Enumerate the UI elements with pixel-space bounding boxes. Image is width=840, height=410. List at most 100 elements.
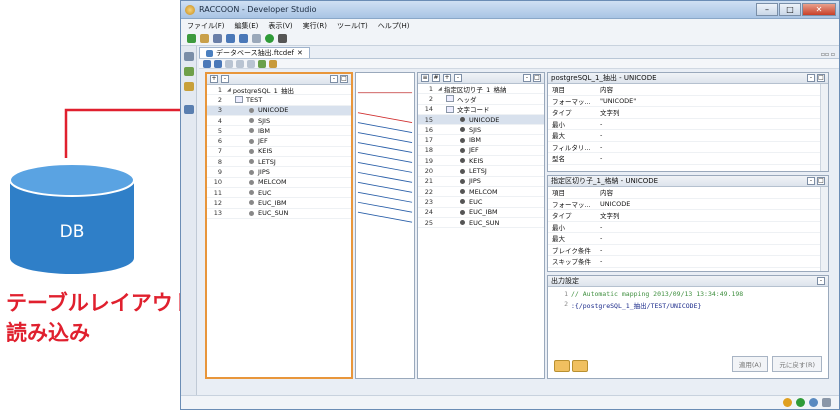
view-icon-4[interactable]: [183, 105, 194, 114]
property-row[interactable]: 最大 -: [548, 233, 828, 245]
delete-map-icon[interactable]: [225, 59, 233, 68]
map-icon[interactable]: [214, 59, 222, 68]
menu-help[interactable]: ヘルプ(H): [378, 21, 410, 31]
right_tree-tree-row[interactable]: 1 ◢ 指定区切り子_1_格納: [418, 84, 544, 95]
left_panel-tree-row[interactable]: 9 JIPS: [207, 167, 351, 178]
left_panel-tree-row[interactable]: 11 EUC: [207, 188, 351, 199]
left_panel-tree-row[interactable]: 12 EUC_IBM: [207, 198, 351, 209]
minimize-button[interactable]: –: [756, 3, 778, 16]
property-row[interactable]: 最大 -: [548, 130, 828, 142]
left_panel-tree-row[interactable]: 10 MELCOM: [207, 178, 351, 188]
left_panel-tree-row[interactable]: 7 KEIS: [207, 147, 351, 158]
mapping-line[interactable]: [357, 161, 413, 173]
new-icon[interactable]: [187, 34, 196, 43]
mapping-line[interactable]: [357, 201, 413, 213]
run-icon[interactable]: [265, 34, 274, 43]
mapping-line[interactable]: [357, 112, 413, 124]
props-bottom-scrollbar[interactable]: [820, 187, 828, 271]
layout-icon[interactable]: [269, 59, 277, 68]
check-icon[interactable]: [258, 59, 266, 68]
left_panel-tree-row[interactable]: 1 ◢ postgreSQL_1_抽出: [207, 85, 351, 96]
right_tree-tree-row[interactable]: 18 JEF: [418, 146, 544, 157]
target-tool-2-icon[interactable]: #: [432, 74, 440, 82]
output-minimize-icon[interactable]: -: [817, 277, 825, 285]
props-top-minimize-icon[interactable]: -: [807, 74, 815, 82]
property-row[interactable]: タイプ 文字列: [548, 107, 828, 119]
run-status-icon[interactable]: [796, 398, 805, 407]
mapping-line[interactable]: [357, 132, 413, 143]
target-collapse-icon[interactable]: -: [454, 74, 462, 82]
right_tree-tree-row[interactable]: 22 MELCOM: [418, 187, 544, 198]
mapping-line[interactable]: [357, 171, 413, 183]
mapping-line[interactable]: [357, 152, 413, 163]
right_tree-tree-row[interactable]: 24 EUC_IBM: [418, 208, 544, 218]
left_panel-tree-row[interactable]: 5 IBM: [207, 126, 351, 137]
mapping-line[interactable]: [357, 191, 413, 203]
debug-icon[interactable]: [278, 34, 287, 43]
left_panel-tree-row[interactable]: 13 EUC_SUN: [207, 209, 351, 219]
mapping-line[interactable]: [357, 181, 413, 193]
collapse-all-icon[interactable]: -: [221, 75, 229, 83]
property-row[interactable]: フィルタリ... -: [548, 142, 828, 153]
apply-button[interactable]: 適用(A): [731, 356, 769, 372]
props-top-scrollbar[interactable]: [820, 84, 828, 171]
target-minimize-icon[interactable]: -: [523, 74, 531, 82]
props-top-maximize-icon[interactable]: □: [817, 74, 825, 82]
left_panel-tree-row[interactable]: 3 UNICODE: [207, 105, 351, 116]
left_panel-tree-row[interactable]: 6 JEF: [207, 136, 351, 147]
menu-edit[interactable]: 編集(E): [235, 21, 259, 31]
props-bottom-minimize-icon[interactable]: -: [807, 177, 815, 185]
refresh-icon[interactable]: [247, 59, 255, 68]
source-minimize-icon[interactable]: -: [330, 75, 338, 83]
prev-arrow-icon[interactable]: [554, 360, 570, 372]
output-code-editor[interactable]: 1 // Automatic mapping 2013/09/13 13:34:…: [548, 287, 828, 351]
property-row[interactable]: ブレイク条件 -: [548, 245, 828, 256]
right_tree-tree-row[interactable]: 17 IBM: [418, 135, 544, 146]
menu-file[interactable]: ファイル(F): [187, 21, 225, 31]
source-maximize-icon[interactable]: □: [340, 75, 348, 83]
right_tree-tree-row[interactable]: 14 文字コード: [418, 105, 544, 115]
right_tree-tree-row[interactable]: 19 KEIS: [418, 156, 544, 167]
open-icon[interactable]: [200, 34, 209, 43]
warning-icon[interactable]: [783, 398, 792, 407]
build-icon[interactable]: [239, 34, 248, 43]
property-row[interactable]: 最小 -: [548, 119, 828, 130]
compare-icon[interactable]: [226, 34, 235, 43]
property-row[interactable]: フォーマッ... "UNICODE": [548, 96, 828, 107]
editor-area-controls[interactable]: ▫▫ ▫: [821, 51, 839, 58]
target-maximize-icon[interactable]: □: [533, 74, 541, 82]
property-row[interactable]: フォーマッ... UNICODE: [548, 199, 828, 210]
property-row[interactable]: 型名 -: [548, 153, 828, 165]
view-icon-3[interactable]: [183, 82, 194, 91]
mapping-line[interactable]: [357, 122, 413, 133]
property-row[interactable]: スキップ条件 -: [548, 256, 828, 268]
right_tree-tree-row[interactable]: 16 SJIS: [418, 125, 544, 136]
left_panel-tree-row[interactable]: 8 LETSJ: [207, 157, 351, 168]
right_tree-tree-row[interactable]: 25 EUC_SUN: [418, 218, 544, 229]
view-icon-1[interactable]: [183, 52, 194, 61]
mapping-line[interactable]: [357, 211, 413, 223]
right_tree-tree-row[interactable]: 20 LETSJ: [418, 166, 544, 177]
props-bottom-maximize-icon[interactable]: □: [817, 177, 825, 185]
left_panel-tree-row[interactable]: 2 TEST: [207, 95, 351, 106]
right_tree-tree-row[interactable]: 15 UNICODE: [418, 114, 544, 126]
window-icon[interactable]: [252, 34, 261, 43]
maximize-button[interactable]: □: [779, 3, 801, 16]
target-expand-icon[interactable]: +: [443, 74, 451, 82]
clear-icon[interactable]: [236, 59, 244, 68]
target-tool-1-icon[interactable]: ≡: [421, 74, 429, 82]
left_panel-tree-row[interactable]: 4 SJIS: [207, 116, 351, 127]
expand-all-icon[interactable]: +: [210, 75, 218, 83]
right_tree-tree-row[interactable]: 23 EUC: [418, 197, 544, 208]
mapping-line[interactable]: [357, 142, 413, 153]
menu-tools[interactable]: ツール(T): [337, 21, 368, 31]
view-icon-2[interactable]: [183, 67, 194, 76]
next-arrow-icon[interactable]: [572, 360, 588, 372]
editor-tab[interactable]: データベース抽出.ftcdef ✕: [199, 47, 310, 58]
menu-view[interactable]: 表示(V): [268, 21, 292, 31]
property-row[interactable]: タイプ 文字列: [548, 210, 828, 222]
info-icon[interactable]: [809, 398, 818, 407]
console-icon[interactable]: [822, 398, 831, 407]
property-row[interactable]: 最小 -: [548, 222, 828, 233]
right_tree-tree-row[interactable]: 2 ヘッダ: [418, 94, 544, 105]
